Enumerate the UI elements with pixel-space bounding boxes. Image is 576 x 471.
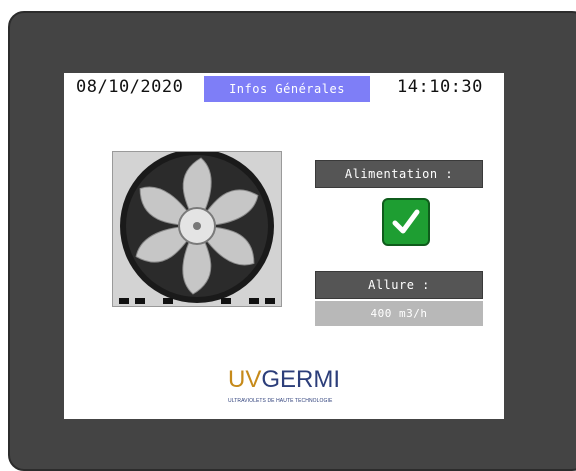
fan-panel (112, 151, 282, 307)
logo-brand-text: GERMI (261, 366, 341, 393)
power-status-indicator (382, 198, 430, 246)
time-display: 14:10:30 (397, 77, 483, 97)
tab-infos-generales[interactable]: Infos Générales (204, 76, 370, 102)
power-label: Alimentation : (315, 160, 483, 188)
logo-uv-text: UV (228, 366, 262, 393)
hmi-screen: 08/10/2020 Infos Générales 14:10:30 Alim… (64, 73, 504, 419)
check-icon (392, 209, 420, 234)
logo-wordmark: UVGERMI (228, 365, 340, 395)
date-display: 08/10/2020 (76, 77, 184, 97)
uvgermi-logo: UVGERMI ULTRAVIOLETS DE HAUTE TECHNOLOGI… (228, 363, 348, 411)
airflow-value: 400 m3/h (315, 301, 483, 326)
logo-tagline: ULTRAVIOLETS DE HAUTE TECHNOLOGIE (228, 398, 333, 404)
fan-icon (119, 152, 275, 304)
airflow-label: Allure : (315, 271, 483, 299)
